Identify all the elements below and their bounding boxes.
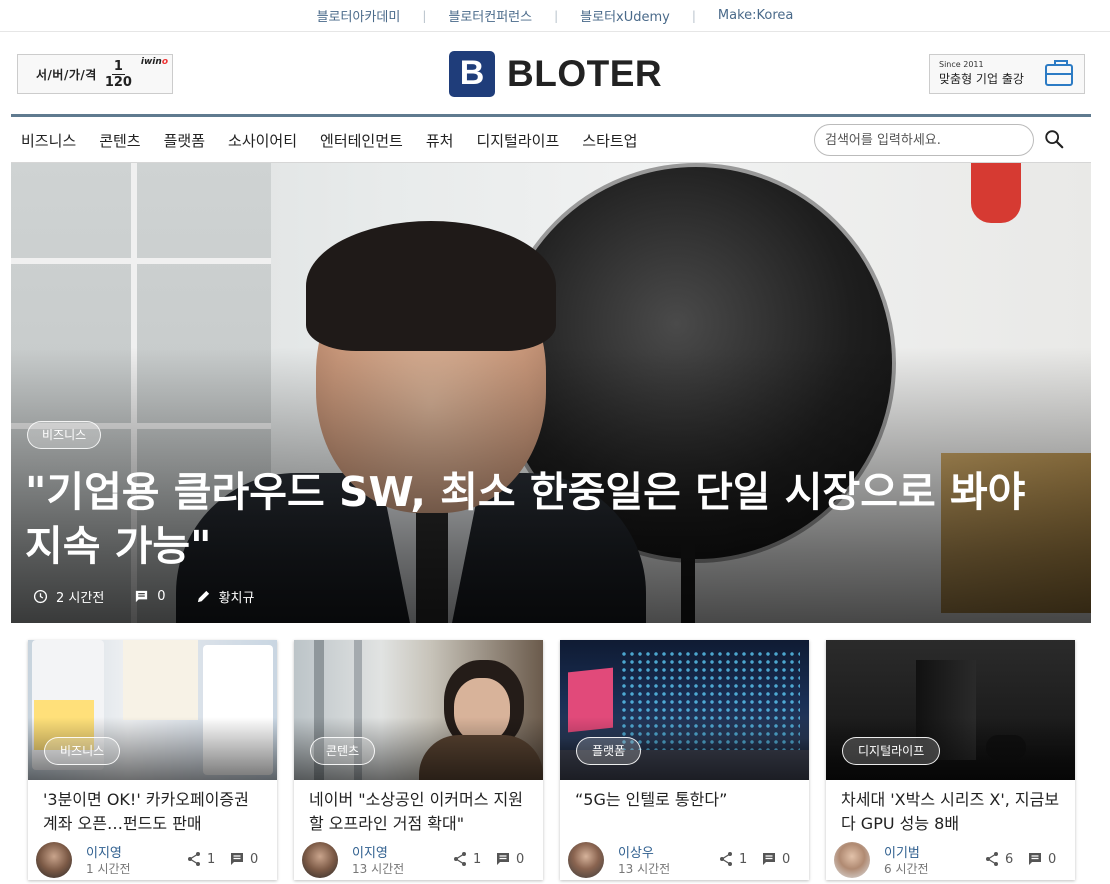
main-nav: 비즈니스 콘텐츠 플랫폼 소사이어티 엔터테인먼트 퓨처 디지털라이프 스타트업 [11,114,1091,163]
comment-icon [497,853,509,865]
card-title[interactable]: 차세대 'X박스 시리즈 X', 지금보다 GPU 성능 8배 [841,788,1066,836]
hero-title[interactable]: "기업용 클라우드 SW, 최소 한중일은 단일 시장으로 봐야 지속 가능" [25,465,1075,573]
category-badge[interactable]: 콘텐츠 [310,737,376,765]
nav-item-society[interactable]: 소사이어티 [228,130,297,151]
nav-item-digital-life[interactable]: 디지털라이프 [476,130,559,151]
category-badge[interactable]: 디지털라이프 [842,737,941,765]
comment-count: 0 [1048,851,1057,867]
share-count: 1 [473,851,482,867]
card-title[interactable]: 네이버 "소상공인 이커머스 지원할 오프라인 거점 확대" [309,788,534,836]
share-icon [720,852,732,866]
category-badge[interactable]: 비즈니스 [44,737,121,765]
post-time: 13 시간전 [352,862,405,876]
author-name[interactable]: 이기범 [884,842,920,861]
ad-text: 서/버/가/격 [36,67,97,82]
site-logo[interactable]: B BLOTER [449,50,662,97]
share-icon [188,852,200,866]
hero-comment-count: 0 [157,589,166,604]
comment-icon [231,853,243,865]
logo-mark: B [449,50,495,97]
search-input[interactable] [814,124,1034,156]
ad-brand-logo: iwino [140,57,168,67]
hero-meta: 2 시간전 0 황치규 [33,587,284,606]
nav-item-future[interactable]: 퓨처 [426,130,454,151]
category-badge[interactable]: 비즈니스 [27,421,102,449]
pencil-icon [197,590,209,603]
top-links-bar: 블로터아카데미 | 블로터컨퍼런스 | 블로터xUdemy | Make:Kor… [0,0,1110,32]
comment-icon [136,590,148,603]
search-icon[interactable] [1043,128,1065,150]
share-count: 6 [1005,851,1014,867]
post-time: 1 시간전 [86,862,131,876]
nav-item-business[interactable]: 비즈니스 [21,130,76,151]
post-time: 13 시간전 [618,862,671,876]
comment-count: 0 [516,851,525,867]
article-card[interactable]: 콘텐츠 네이버 "소상공인 이커머스 지원할 오프라인 거점 확대" 이지영 1… [294,640,543,880]
author-name[interactable]: 이상우 [618,842,654,861]
comment-count: 0 [250,851,259,867]
share-icon [454,852,466,866]
corporate-training-ad[interactable]: Since 2011 맞춤형 기업 출강 [929,54,1085,94]
top-link-academy[interactable]: 블로터아카데미 [295,6,423,25]
avatar [834,842,870,878]
category-badge[interactable]: 플랫폼 [576,737,642,765]
comment-icon [763,853,775,865]
card-title[interactable]: “5G는 인텔로 통한다” [575,788,800,812]
article-card[interactable]: 디지털라이프 차세대 'X박스 시리즈 X', 지금보다 GPU 성능 8배 이… [826,640,1075,880]
post-time: 6 시간전 [884,862,929,876]
share-count: 1 [739,851,748,867]
avatar [302,842,338,878]
comment-icon [1029,853,1041,865]
top-link-conference[interactable]: 블로터컨퍼런스 [426,6,554,25]
nav-item-content[interactable]: 콘텐츠 [99,130,140,151]
author-name[interactable]: 이지영 [352,842,388,861]
nav-item-entertainment[interactable]: 엔터테인먼트 [320,130,403,151]
ad-fraction: 1 120 [104,58,132,90]
comment-count: 0 [782,851,791,867]
hero-time: 2 시간전 [56,591,105,606]
article-card[interactable]: 비즈니스 '3분이면 OK!' 카카오페이증권 계좌 오픈…펀드도 판매 이지영… [28,640,277,880]
briefcase-icon [1045,60,1073,86]
nav-item-startup[interactable]: 스타트업 [582,130,637,151]
author-name[interactable]: 이지영 [86,842,122,861]
hero-author[interactable]: 황치규 [219,587,255,606]
server-price-ad[interactable]: 서/버/가/격 1 120 iwino [17,54,173,94]
avatar [568,842,604,878]
card-title[interactable]: '3분이면 OK!' 카카오페이증권 계좌 오픈…펀드도 판매 [43,788,268,836]
share-count: 1 [207,851,216,867]
avatar [36,842,72,878]
clock-icon [33,589,48,604]
top-link-udemy[interactable]: 블로터xUdemy [558,6,692,25]
article-card[interactable]: 플랫폼 “5G는 인텔로 통한다” 이상우 13 시간전 1 0 [560,640,809,880]
top-link-makekorea[interactable]: Make:Korea [696,8,815,23]
logo-wordmark: BLOTER [507,52,663,94]
share-icon [986,852,998,866]
nav-item-platform[interactable]: 플랫폼 [164,130,205,151]
hero-article[interactable]: 비즈니스 "기업용 클라우드 SW, 최소 한중일은 단일 시장으로 봐야 지속… [11,163,1091,623]
